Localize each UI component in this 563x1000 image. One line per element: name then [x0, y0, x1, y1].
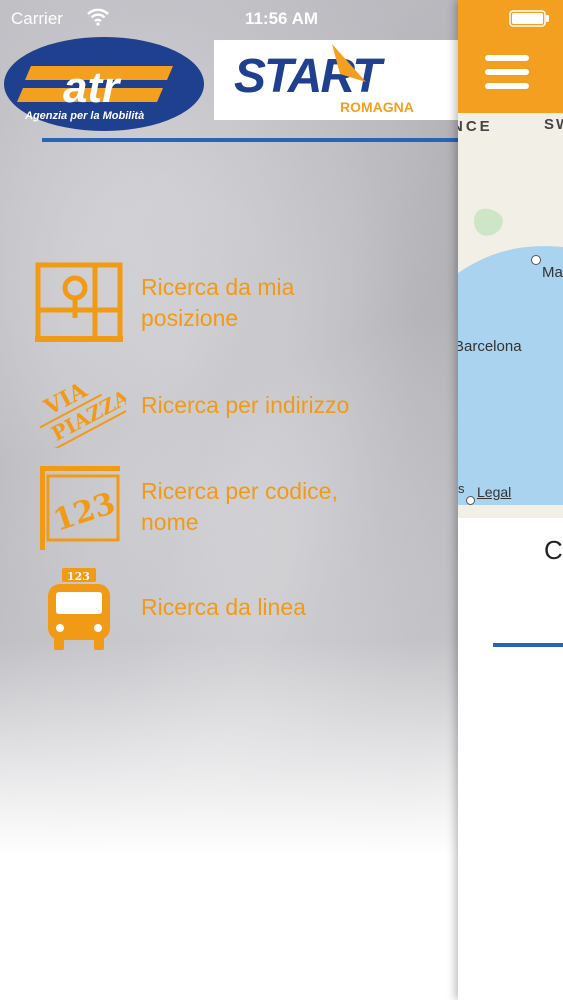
bus-icon: 123 [48, 568, 110, 650]
partial-text: C [544, 535, 563, 565]
street-sign-icon: VIA PIAZZA [39, 377, 126, 448]
battery-icon [509, 10, 549, 27]
menu-label-code: Ricerca per codice, nome [141, 478, 338, 535]
atr-logo: atr Agenzia per la Mobilità [4, 37, 204, 131]
status-bar: Carrier 11:56 AM [0, 0, 563, 38]
map-marker [466, 496, 475, 505]
map-label-marseille: Ma [542, 264, 563, 281]
atr-logo-text: atr [63, 63, 122, 112]
content-divider [493, 643, 563, 647]
menu-item-code-search[interactable]: 123 Ricerca per codice, nome [0, 462, 458, 552]
bus-stop-code-icon: 123 [40, 466, 120, 550]
start-logo-text: START [234, 50, 385, 103]
menu-item-line-search[interactable]: 123 Ricerca da linea [0, 564, 458, 654]
atr-logo-tagline: Agenzia per la Mobilità [24, 110, 144, 122]
map-label-s: s [458, 481, 465, 496]
map-legal-link[interactable]: Legal [477, 484, 511, 500]
map-marker-marseille [531, 255, 541, 265]
header-divider [42, 138, 458, 142]
hamburger-menu-icon[interactable] [485, 55, 529, 89]
menu-label-address: Ricerca per indirizzo [141, 392, 350, 418]
menu-label-line: Ricerca da linea [141, 594, 306, 620]
side-drawer: atr Agenzia per la Mobilità START ROMAGN… [0, 0, 458, 1000]
map-label-france: NCE [458, 118, 493, 135]
start-romagna-logo: START ROMAGNA [214, 40, 458, 120]
main-content-panel[interactable]: NCE SW Ma Barcelona s Legal C [458, 0, 563, 1000]
menu-label-position: Ricerca da mia posizione [141, 274, 295, 331]
clock: 11:56 AM [244, 9, 319, 28]
map-label-sw: SW [544, 116, 563, 133]
menu-item-address-search[interactable]: VIA PIAZZA Ricerca per indirizzo [0, 360, 458, 450]
map-label-barcelona: Barcelona [458, 338, 522, 355]
svg-text:123: 123 [49, 486, 119, 539]
map-graphic [458, 113, 563, 518]
start-logo-sub: ROMAGNA [340, 99, 414, 115]
map-view[interactable]: NCE SW Ma Barcelona s Legal [458, 113, 563, 518]
menu-item-position-search[interactable]: Ricerca da mia posizione [0, 258, 458, 348]
svg-text:123: 123 [67, 570, 90, 583]
map-pin-icon [35, 262, 123, 342]
